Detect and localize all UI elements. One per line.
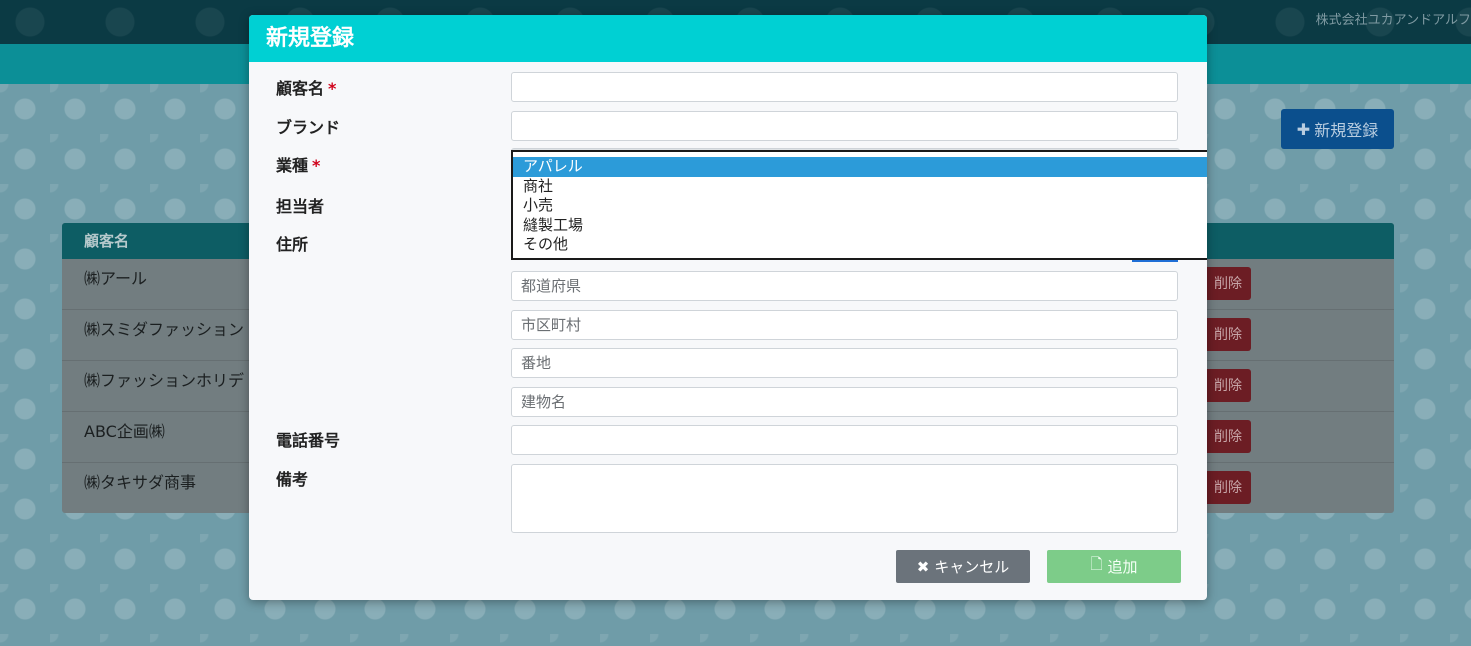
cancel-button-label: キャンセル bbox=[934, 558, 1010, 576]
building-input[interactable] bbox=[511, 387, 1178, 417]
file-icon: 🗋 bbox=[1090, 555, 1103, 573]
industry-option-other[interactable]: その他 bbox=[513, 235, 1207, 255]
phone-label: 電話番号 bbox=[276, 431, 341, 450]
customer-name-label-text: 顧客名 bbox=[276, 79, 325, 98]
industry-label: 業種 * bbox=[276, 152, 320, 176]
industry-option-apparel[interactable]: アパレル bbox=[513, 157, 1207, 177]
required-mark: * bbox=[328, 79, 337, 98]
new-registration-modal: 新規登録 顧客名 * ブランド 業種 * アパレル 商社 小売 縫製工場 その他 担… bbox=[249, 15, 1207, 600]
address-label: 住所 bbox=[276, 235, 309, 254]
modal-title: 新規登録 bbox=[249, 15, 1207, 62]
industry-option-retail[interactable]: 小売 bbox=[513, 196, 1207, 216]
industry-option-trading[interactable]: 商社 bbox=[513, 177, 1207, 197]
industry-label-text: 業種 bbox=[276, 156, 309, 175]
notes-label: 備考 bbox=[276, 470, 309, 489]
notes-textarea[interactable] bbox=[511, 464, 1178, 533]
person-label: 担当者 bbox=[276, 197, 325, 216]
industry-dropdown-list[interactable]: アパレル 商社 小売 縫製工場 その他 bbox=[511, 150, 1207, 260]
prefecture-input[interactable] bbox=[511, 271, 1178, 301]
phone-input[interactable] bbox=[511, 425, 1178, 455]
brand-label: ブランド bbox=[276, 118, 341, 137]
street-input[interactable] bbox=[511, 348, 1178, 378]
add-button[interactable]: 🗋 追加 bbox=[1047, 550, 1181, 583]
city-input[interactable] bbox=[511, 310, 1178, 340]
brand-input[interactable] bbox=[511, 111, 1178, 141]
times-icon: ✖ bbox=[916, 557, 930, 576]
cancel-button[interactable]: ✖ キャンセル bbox=[896, 550, 1030, 583]
required-mark: * bbox=[312, 156, 321, 175]
customer-name-label: 顧客名 * bbox=[276, 75, 336, 99]
add-button-label: 追加 bbox=[1107, 558, 1138, 576]
customer-name-input[interactable] bbox=[511, 72, 1178, 102]
industry-option-sewing-factory[interactable]: 縫製工場 bbox=[513, 216, 1207, 236]
